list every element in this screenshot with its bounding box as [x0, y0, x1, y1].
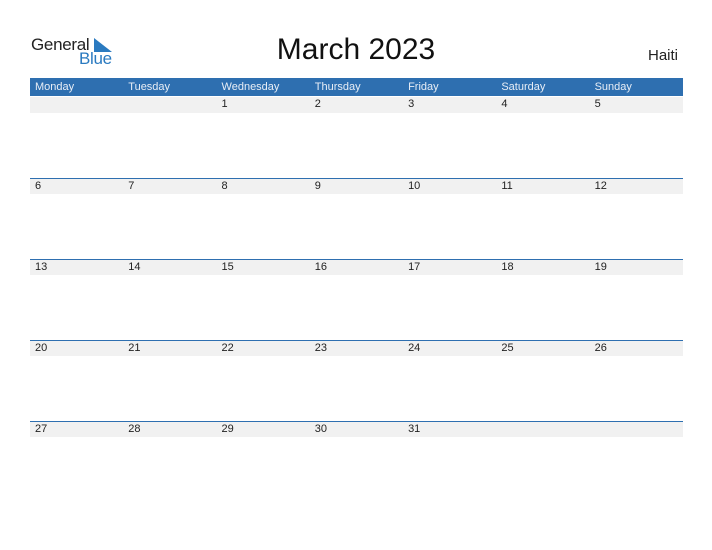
day-cell: 20 [35, 342, 48, 354]
day-cell: 28 [128, 423, 141, 435]
day-cell: 26 [594, 342, 607, 354]
day-cell: 4 [501, 98, 508, 110]
weekday-wednesday: Wednesday [221, 81, 280, 93]
weekday-saturday: Saturday [501, 81, 546, 93]
day-cell: 21 [128, 342, 141, 354]
week-row: 1 2 3 4 5 [30, 97, 683, 178]
day-cell: 31 [408, 423, 421, 435]
week-row: 20 21 22 23 24 25 26 [30, 340, 683, 421]
weekday-header: Monday Tuesday Wednesday Thursday Friday… [30, 78, 683, 96]
country-label: Haiti [647, 47, 678, 64]
day-cell [123, 97, 216, 113]
day-cell: 30 [314, 423, 328, 435]
day-cell: 25 [501, 342, 514, 354]
day-cell: 19 [594, 261, 607, 273]
day-cell: 16 [314, 261, 328, 273]
day-cell: 11 [501, 180, 513, 192]
day-cell [496, 422, 589, 437]
day-cell: 10 [408, 180, 421, 192]
day-cell: 13 [35, 261, 48, 273]
day-cell: 18 [501, 261, 514, 273]
weekday-sunday: Sunday [594, 81, 632, 93]
date-bar: 13 14 15 16 17 18 19 [30, 259, 683, 275]
day-cell: 24 [408, 342, 421, 354]
date-bar: 27 28 29 30 31 [30, 421, 683, 437]
calendar-title: March 2023 [276, 33, 436, 66]
weekday-thursday: Thursday [314, 81, 361, 93]
day-cell: 8 [221, 180, 228, 192]
weekday-monday: Monday [35, 81, 75, 93]
day-cell: 17 [408, 261, 421, 273]
day-cell [30, 97, 123, 113]
day-cell: 2 [314, 98, 321, 110]
day-cell: 6 [35, 180, 42, 192]
day-cell [590, 422, 683, 437]
week-row: 6 7 8 9 10 11 12 [30, 178, 683, 259]
date-bar: 6 7 8 9 10 11 12 [30, 178, 683, 194]
day-cell: 29 [221, 423, 234, 435]
day-cell: 1 [221, 98, 228, 110]
weekday-tuesday: Tuesday [128, 81, 171, 93]
day-cell: 23 [314, 342, 328, 354]
weekday-friday: Friday [408, 81, 439, 93]
week-row: 27 28 29 30 31 [30, 421, 683, 502]
day-cell: 9 [314, 180, 321, 192]
date-bar: 1 2 3 4 5 [30, 97, 683, 113]
day-cell: 12 [594, 180, 607, 192]
day-cell: 15 [221, 261, 234, 273]
day-cell: 7 [128, 180, 135, 192]
day-cell: 22 [221, 342, 234, 354]
date-bar: 20 21 22 23 24 25 26 [30, 340, 683, 356]
day-cell: 14 [128, 261, 141, 273]
week-row: 13 14 15 16 17 18 19 [30, 259, 683, 340]
day-cell: 5 [594, 98, 601, 110]
day-cell: 27 [35, 423, 48, 435]
day-cell: 3 [408, 98, 415, 110]
